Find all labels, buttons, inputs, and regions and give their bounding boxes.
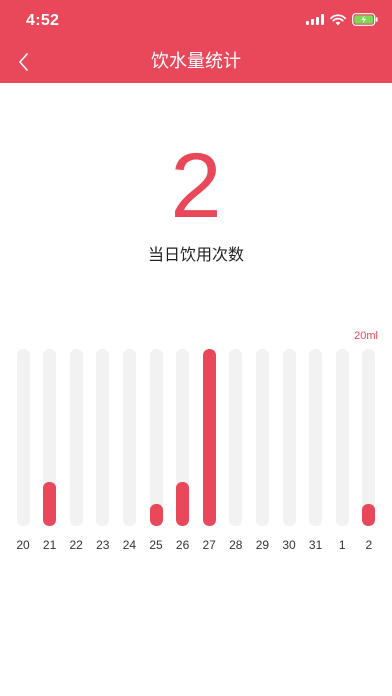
bar-track-30 — [282, 349, 296, 526]
x-tick-label: 25 — [149, 538, 163, 552]
bar-fill-21 — [43, 481, 57, 526]
bar-fill-2 — [362, 503, 376, 526]
bar-track-29 — [255, 349, 269, 526]
x-tick-label: 31 — [308, 538, 323, 552]
bar-track-27 — [202, 349, 216, 526]
bar-track-21 — [43, 349, 57, 526]
x-tick-label: 27 — [202, 538, 216, 552]
bar-fill-26 — [176, 481, 190, 526]
bar-track-25 — [149, 349, 163, 526]
x-tick-label: 29 — [255, 538, 270, 552]
x-tick-label: 20 — [16, 538, 30, 552]
x-tick-label: 22 — [69, 538, 83, 552]
x-tick-label: 1 — [338, 538, 346, 552]
x-tick-label: 23 — [96, 538, 110, 552]
bar-track-26 — [176, 349, 190, 526]
bar-track-1 — [335, 349, 349, 526]
bar-track-31 — [309, 349, 323, 526]
bar-fill-25 — [149, 503, 163, 526]
x-tick-label: 21 — [42, 538, 57, 552]
x-tick-label: 24 — [122, 538, 137, 552]
bar-track-28 — [229, 349, 243, 526]
x-tick-label: 26 — [175, 538, 190, 552]
bar-track-22 — [69, 349, 83, 526]
x-tick-label: 30 — [282, 538, 296, 552]
bar-track-2 — [362, 349, 376, 526]
bar-fill-27 — [202, 349, 216, 526]
bar-track-23 — [96, 349, 110, 526]
water-intake-bar-chart: 20 21 22 23 24 25 26 27 28 29 30 31 1 2 — [0, 0, 392, 696]
x-tick-label: 28 — [229, 538, 243, 552]
bar-track-20 — [16, 349, 30, 526]
bar-track-24 — [122, 349, 136, 526]
x-tick-label: 2 — [365, 538, 373, 552]
